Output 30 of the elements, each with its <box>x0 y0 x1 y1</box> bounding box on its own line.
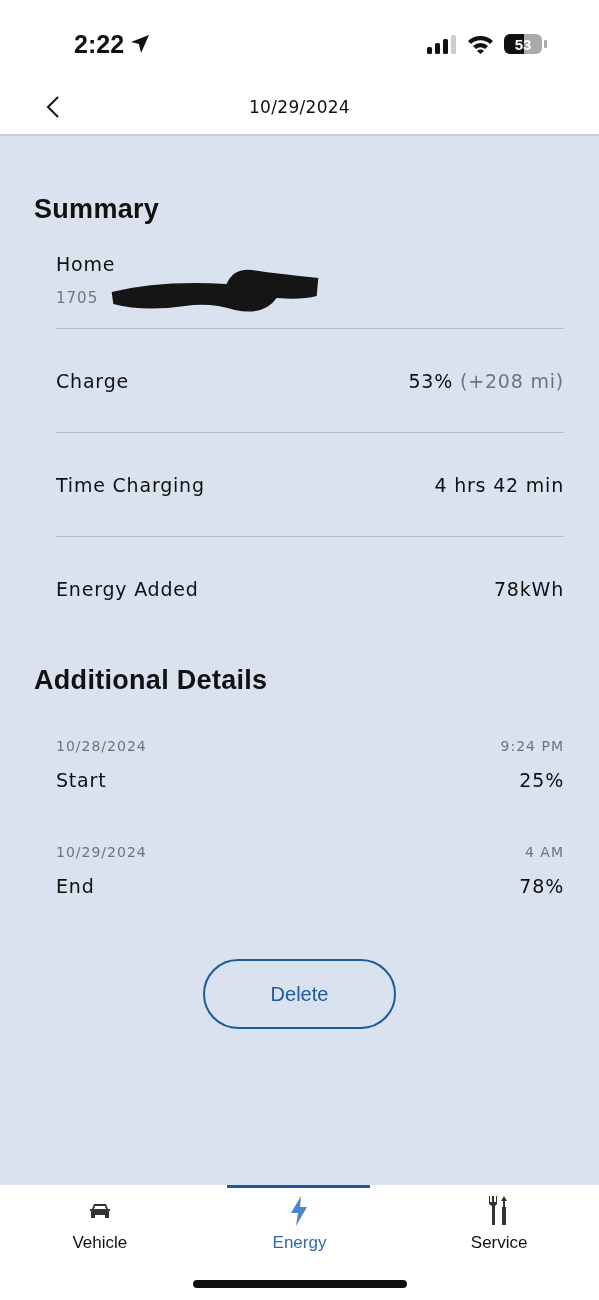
nav-tab[interactable]: Service <box>399 1185 599 1257</box>
nav-tab[interactable]: Vehicle <box>0 1185 200 1257</box>
back-icon[interactable] <box>46 96 60 118</box>
lightning-bolt-icon <box>290 1196 309 1226</box>
location-name: Home <box>56 252 117 276</box>
section-title: Summary <box>34 194 161 226</box>
detail-time: 9:24 PM <box>500 737 564 755</box>
detail-time: 4 AM <box>525 843 564 861</box>
row-value: 4 hrs 42 min <box>434 473 564 496</box>
location-address: 1705 <box>56 288 100 309</box>
car-icon <box>88 1203 111 1219</box>
location-arrow-icon <box>130 34 151 54</box>
detail-label: Start <box>56 768 107 792</box>
wifi-icon <box>467 34 494 54</box>
detail-label: End <box>56 874 95 898</box>
status-time: 2:22 <box>74 29 125 59</box>
detail-date: 10/28/2024 <box>56 737 147 755</box>
row-label: Energy Added <box>56 577 199 600</box>
page-title: 10/29/2024 <box>249 97 350 117</box>
detail-value: 25% <box>519 768 564 792</box>
nav-tab[interactable]: Energy <box>199 1185 400 1257</box>
row-label: Charge <box>56 369 129 392</box>
detail-value: 78% <box>519 874 564 898</box>
row-value: 53% (+208 mi) <box>408 369 564 392</box>
detail-date: 10/29/2024 <box>56 843 147 861</box>
signal-icon <box>427 34 457 54</box>
row-value: 78kWh <box>494 577 564 600</box>
delete-button[interactable]: Delete <box>203 959 396 1029</box>
row-label: Time Charging <box>56 473 205 496</box>
section-title: Additional Details <box>34 665 269 697</box>
